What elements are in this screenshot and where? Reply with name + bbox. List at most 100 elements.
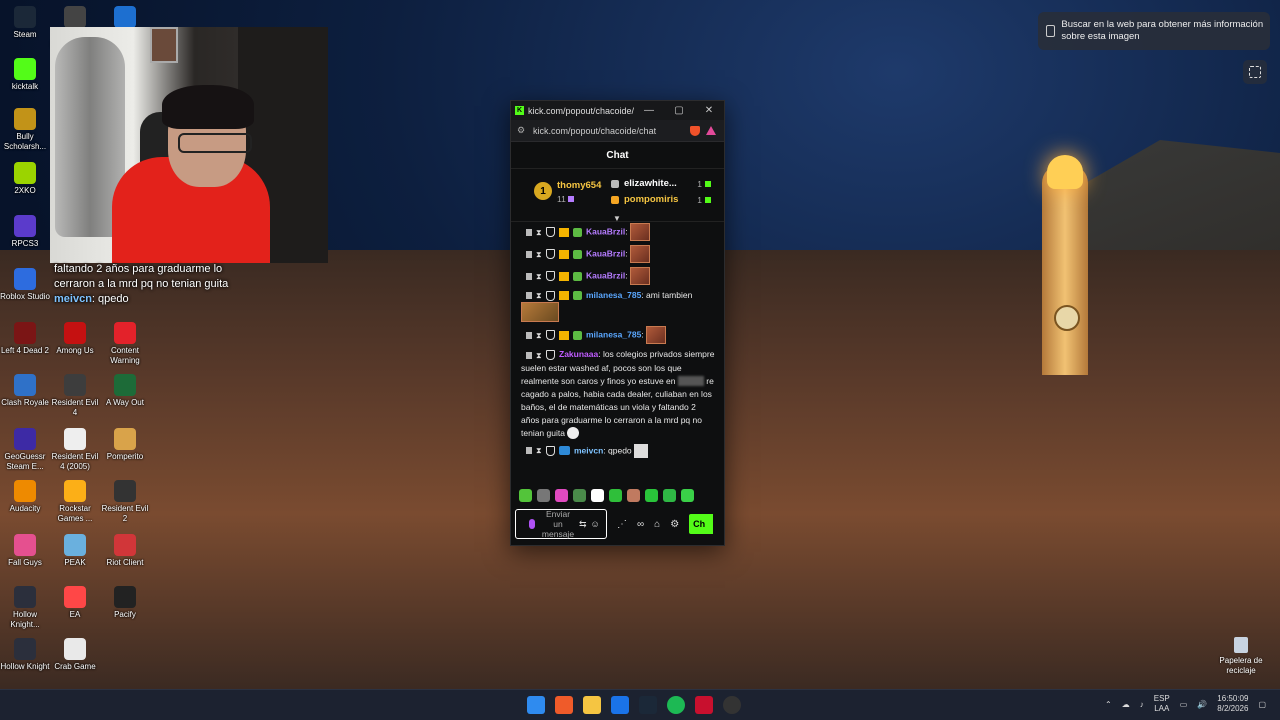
desktop-icon[interactable]: EA [50,586,100,620]
emote-blank-icon[interactable] [591,489,604,502]
chat-message[interactable]: ⧗ milanesa_785: [511,325,723,347]
cloud-icon[interactable]: ☁ [1122,700,1130,709]
desktop-icon[interactable]: Pacify [100,586,150,620]
desktop-icon[interactable]: Resident Evil 4 [50,374,100,418]
emote-alien-icon[interactable] [663,489,676,502]
emote-smile-icon[interactable] [681,489,694,502]
start-windows-icon[interactable] [527,696,545,714]
desktop-icon[interactable]: Riot Client [100,534,150,568]
timeout-icon[interactable]: ⧗ [536,349,542,362]
chat-message[interactable]: ⧗ Zakunaaa: los colegios privados siempr… [511,347,723,442]
lens-capture-button[interactable] [1243,60,1267,84]
maximize-button[interactable]: ▢ [664,105,694,116]
leader-third-user[interactable]: pompomiris [624,194,697,205]
chat-input-placeholder[interactable]: Enviar un mensaje [541,509,575,539]
chat-username[interactable]: KauaBrzil [586,248,625,258]
infinity-icon[interactable]: ∞ [637,519,644,530]
desktop-icon[interactable]: Pomperito [100,428,150,462]
chat-message[interactable]: ⧗ meivcn: qpedo [511,443,723,461]
timeout-icon[interactable]: ⧗ [536,329,542,342]
desktop-icon[interactable]: Hollow Knight [0,638,50,672]
emote-heart-icon[interactable] [555,489,568,502]
bing-icon[interactable] [611,696,629,714]
chat-message[interactable]: ⧗ KauaBrzil: [511,244,723,266]
emote-blob-icon[interactable] [645,489,658,502]
monitor-icon[interactable]: ▭ [1180,700,1188,709]
delete-icon[interactable] [526,292,532,300]
desktop-icon[interactable]: Resident Evil 2 [100,480,150,524]
desktop-icon[interactable]: Among Us [50,322,100,356]
delete-icon[interactable] [526,331,532,339]
minimize-button[interactable]: — [634,105,664,116]
delete-icon[interactable] [526,250,532,258]
steam-taskbar-icon[interactable] [639,696,657,714]
desktop-icon[interactable]: Rockstar Games ... [50,480,100,524]
desktop-icon[interactable]: Bully Scholarsh... [0,108,50,152]
desktop-icon[interactable]: Resident Evil 4 (2005) [50,428,100,472]
settings-gear-icon[interactable]: ⚙ [670,519,679,530]
desktop-icon[interactable]: RPCS3 [0,215,50,249]
streaming-app-icon[interactable] [695,696,713,714]
timeout-icon[interactable]: ⧗ [536,289,542,302]
chat-username[interactable]: KauaBrzil [586,270,625,280]
emote-box-icon[interactable] [573,489,586,502]
timeout-icon[interactable]: ⧗ [536,248,542,261]
timeout-icon[interactable]: ⧗ [536,444,542,457]
leader-first-user[interactable]: thomy654 [557,180,601,191]
desktop-icon[interactable]: Left 4 Dead 2 [0,322,50,356]
chat-message[interactable]: ⧗ milanesa_785: ami tambien [511,288,723,325]
desktop-icon[interactable]: Fall Guys [0,534,50,568]
spotify-icon[interactable] [667,696,685,714]
emote-frog-icon[interactable] [519,489,532,502]
share-icon[interactable]: ⋰ [617,519,627,530]
brave-rewards-icon[interactable] [706,126,716,135]
close-button[interactable]: ✕ [694,105,724,116]
desktop-icon[interactable]: Steam [0,6,50,40]
desktop-icon[interactable]: Crab Game [50,638,100,672]
recycle-bin[interactable]: Papelera de reciclaje [1212,637,1270,676]
desktop-icon[interactable]: Hollow Knight... [0,586,50,630]
chat-username[interactable]: KauaBrzil [586,226,625,236]
window-titlebar[interactable]: K kick.com/popout/chacoide/... — ▢ ✕ [511,101,724,120]
volume-icon[interactable]: 🔊 [1197,700,1207,709]
send-chat-button[interactable]: Ch [689,514,714,534]
desktop-icon[interactable]: PEAK [50,534,100,568]
timeout-icon[interactable]: ⧗ [536,270,542,283]
obs-icon[interactable] [723,696,741,714]
chat-username[interactable]: Zakunaaa [559,349,598,359]
delete-icon[interactable] [526,228,532,236]
chat-message[interactable]: ⧗ KauaBrzil: [511,266,723,288]
timeout-icon[interactable]: ⧗ [536,226,542,239]
chat-username[interactable]: meivcn [574,445,603,455]
file-explorer-icon[interactable] [583,696,601,714]
emote-ghost-icon[interactable] [609,489,622,502]
desktop-icon[interactable]: GeoGuessr Steam E... [0,428,50,472]
desktop-icon[interactable]: Roblox Studio [0,268,50,302]
emote-cat-icon[interactable] [537,489,550,502]
brave-browser-icon[interactable] [555,696,573,714]
url-bar[interactable]: ⚙ kick.com/popout/chacoide/chat [511,120,724,142]
emote-face-icon[interactable] [627,489,640,502]
desktop-icon[interactable]: Audacity [0,480,50,514]
chevron-up-icon[interactable]: ⌃ [1105,700,1112,709]
taskbar-clock[interactable]: 16:50:09 8/2/2026 [1217,694,1248,714]
translate-icon[interactable]: ⇆ [579,519,587,530]
chat-username[interactable]: milanesa_785 [586,290,641,300]
desktop-icon[interactable]: kicktalk [0,58,50,92]
url-text[interactable]: kick.com/popout/chacoide/chat [533,126,690,136]
delete-icon[interactable] [526,351,532,359]
notifications-icon[interactable]: ▢ [1258,700,1266,709]
desktop-icon[interactable]: 2XKO [0,162,50,196]
chat-username[interactable]: milanesa_785 [586,330,641,340]
microphone-icon[interactable]: ♪ [1140,700,1144,709]
brave-shield-icon[interactable] [690,125,700,136]
lens-search-tooltip[interactable]: Buscar en la web para obtener más inform… [1038,12,1270,50]
chat-input[interactable]: Enviar un mensaje ⇆ ☺ [515,509,607,539]
store-icon[interactable]: ⌂ [654,519,660,530]
site-settings-icon[interactable]: ⚙ [517,125,529,136]
desktop-icon[interactable]: A Way Out [100,374,150,408]
chat-message[interactable]: ⧗ KauaBrzil: [511,222,723,244]
desktop-icon[interactable]: Clash Royale [0,374,50,408]
delete-icon[interactable] [526,272,532,280]
language-indicator[interactable]: ESP LAA [1154,694,1170,714]
